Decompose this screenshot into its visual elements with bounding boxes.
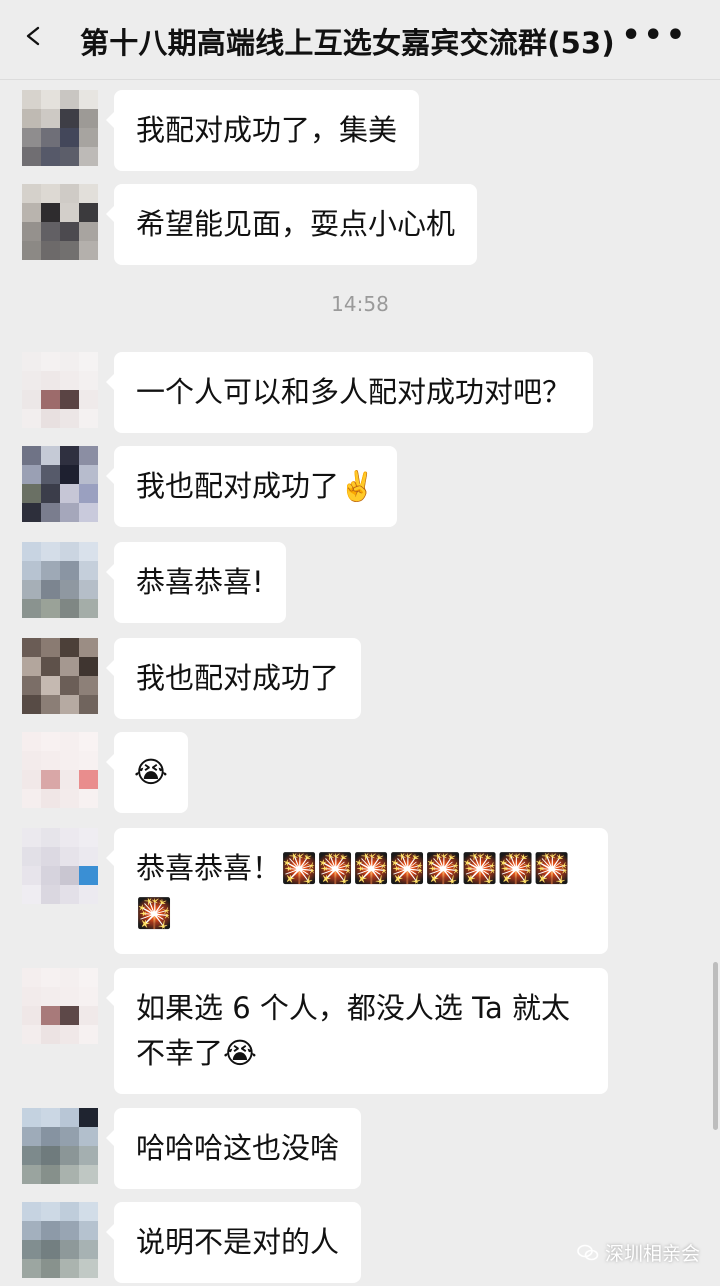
avatar[interactable]	[22, 638, 98, 714]
message-bubble[interactable]: 恭喜恭喜！🎇🎇🎇🎇🎇🎇🎇🎇🎇	[106, 828, 608, 954]
chat-header: 第十八期高端线上互选女嘉宾交流群(53) •••	[0, 0, 720, 80]
avatar[interactable]	[22, 352, 98, 428]
avatar[interactable]	[22, 968, 98, 1044]
message-bubble[interactable]: 恭喜恭喜!	[106, 542, 286, 623]
wechat-icon	[577, 1244, 599, 1260]
more-options-icon[interactable]: •••	[621, 21, 688, 51]
avatar[interactable]	[22, 1108, 98, 1184]
scrollbar[interactable]	[713, 962, 718, 1130]
avatar[interactable]	[22, 828, 98, 904]
avatar[interactable]	[22, 184, 98, 260]
avatar[interactable]	[22, 446, 98, 522]
watermark-text: 深圳相亲会	[604, 1243, 700, 1265]
avatar[interactable]	[22, 732, 98, 808]
back-arrow-icon[interactable]	[22, 24, 46, 48]
avatar[interactable]	[22, 90, 98, 166]
message-bubble[interactable]: 哈哈哈这也没啥	[105, 1108, 362, 1189]
message-bubble[interactable]: 我也配对成功了✌️	[105, 446, 398, 527]
message-bubble[interactable]: 希望能见面，耍点小心机	[105, 184, 478, 265]
chat-title: 第十八期高端线上互选女嘉宾交流群(53)	[80, 26, 615, 60]
timestamp: 14:58	[331, 292, 389, 316]
message-bubble[interactable]: 说明不是对的人	[105, 1202, 362, 1283]
message-bubble[interactable]: 我配对成功了，集美	[105, 90, 420, 171]
message-bubble[interactable]: 我也配对成功了	[105, 638, 362, 719]
avatar[interactable]	[22, 1202, 98, 1278]
avatar[interactable]	[22, 542, 98, 618]
message-bubble[interactable]: 如果选 6 个人，都没人选 Ta 就太不幸了😭	[106, 968, 608, 1094]
message-bubble[interactable]: 😭	[106, 732, 188, 813]
message-bubble[interactable]: 一个人可以和多人配对成功对吧？	[105, 352, 594, 433]
watermark: 深圳相亲会	[577, 1239, 700, 1266]
